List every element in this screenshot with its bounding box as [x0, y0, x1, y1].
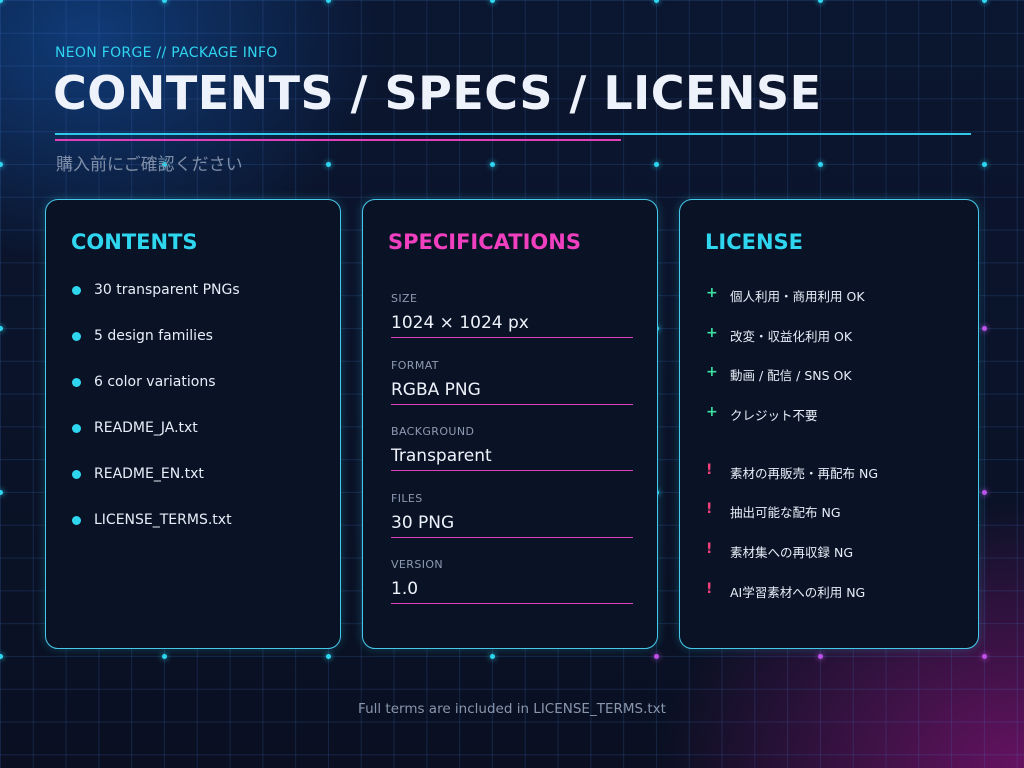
list-item: 30 transparent PNGs [72, 282, 240, 328]
plus-icon: + [706, 404, 718, 421]
contents-card: CONTENTS 30 transparent PNGs 5 design fa… [45, 199, 341, 649]
footer-note: Full terms are included in LICENSE_TERMS… [358, 701, 666, 717]
spec-label: FORMAT [391, 358, 439, 372]
spec-row-version: VERSION 1.0 [391, 558, 633, 625]
license-ng-item: ! 抽出可能な配布 NG [706, 502, 956, 542]
grid-dot [490, 162, 495, 167]
spec-value: Transparent [391, 446, 633, 471]
contents-item-label: README_JA.txt [94, 420, 198, 436]
contents-title: CONTENTS [71, 230, 198, 254]
exclamation-icon: ! [706, 461, 713, 478]
title-rule-cyan [55, 133, 971, 135]
grid-dot [326, 654, 331, 659]
grid-dot [982, 162, 987, 167]
grid-dot [818, 654, 823, 659]
license-divider-gap [706, 445, 956, 463]
spec-value: 30 PNG [391, 513, 633, 538]
license-ok-item: + 改変・収益化利用 OK [706, 326, 956, 366]
license-item-label: 素材の再販売・再配布 NG [730, 465, 879, 481]
specs-title: SPECIFICATIONS [388, 230, 581, 254]
plus-icon: + [706, 285, 718, 301]
license-ok-item: + 個人利用・商用利用 OK [706, 286, 956, 326]
kicker-label: NEON FORGE // PACKAGE INFO [55, 45, 278, 61]
spec-value: 1.0 [391, 579, 633, 604]
grid-dot [326, 162, 331, 167]
spec-label: FILES [391, 491, 423, 505]
bullet-dot-icon [72, 424, 81, 433]
bullet-dot-icon [72, 516, 81, 525]
contents-list: 30 transparent PNGs 5 design families 6 … [72, 282, 240, 558]
page-title: CONTENTS / SPECS / LICENSE [53, 66, 822, 120]
spec-label: BACKGROUND [391, 425, 475, 438]
list-item: README_EN.txt [72, 466, 240, 512]
license-ng-item: ! 素材集への再収録 NG [706, 542, 956, 582]
license-item-label: 素材集への再収録 NG [730, 545, 854, 561]
grid-dot [162, 654, 167, 659]
spec-row-format: FORMAT RGBA PNG [391, 359, 633, 426]
license-list: + 個人利用・商用利用 OK + 改変・収益化利用 OK + 動画 / 配信 / SN… [706, 286, 956, 622]
spec-row-files: FILES 30 PNG [391, 492, 633, 559]
grid-dot [982, 326, 987, 331]
license-item-label: 動画 / 配信 / SNS OK [730, 368, 852, 384]
spec-value: 1024 × 1024 px [391, 313, 633, 338]
contents-item-label: LICENSE_TERMS.txt [94, 512, 232, 528]
plus-icon: + [706, 364, 718, 381]
exclamation-icon: ! [706, 580, 713, 597]
license-ok-item: + 動画 / 配信 / SNS OK [706, 365, 956, 405]
list-item: README_JA.txt [72, 420, 240, 466]
bullet-dot-icon [72, 470, 81, 479]
bullet-dot-icon [72, 332, 81, 341]
list-item: 6 color variations [72, 374, 240, 420]
exclamation-icon: ! [706, 501, 713, 518]
spec-row-background: BACKGROUND Transparent [391, 425, 633, 492]
spec-label: SIZE [391, 292, 418, 305]
specs-card: SPECIFICATIONS SIZE 1024 × 1024 px FORMA… [362, 199, 658, 649]
bullet-dot-icon [72, 286, 81, 295]
grid-dot [818, 162, 823, 167]
license-card: LICENSE + 個人利用・商用利用 OK + 改変・収益化利用 OK + 動画 /… [679, 199, 979, 649]
license-ng-item: ! 素材の再販売・再配布 NG [706, 463, 956, 503]
title-rule-pink [55, 139, 621, 141]
contents-item-label: 30 transparent PNGs [94, 282, 240, 298]
license-title: LICENSE [705, 230, 803, 254]
spec-row-size: SIZE 1024 × 1024 px [391, 292, 633, 359]
license-item-label: 抽出可能な配布 NG [730, 505, 841, 521]
grid-dot [982, 490, 987, 495]
spec-value: RGBA PNG [391, 380, 633, 405]
contents-item-label: README_EN.txt [94, 466, 204, 482]
exclamation-icon: ! [706, 541, 713, 558]
grid-dot [982, 654, 987, 659]
license-ok-item: + クレジット不要 [706, 405, 956, 445]
plus-icon: + [706, 324, 718, 341]
contents-item-label: 6 color variations [94, 374, 216, 390]
license-item-label: AI学習素材への利用 NG [730, 584, 866, 600]
list-item: LICENSE_TERMS.txt [72, 512, 240, 558]
license-item-label: 個人利用・商用利用 OK [730, 289, 865, 304]
grid-dot [654, 654, 659, 659]
spec-label: VERSION [391, 558, 444, 571]
specs-list: SIZE 1024 × 1024 px FORMAT RGBA PNG BACK… [391, 292, 633, 625]
page-subtitle: 購入前にご確認ください [56, 155, 243, 175]
list-item: 5 design families [72, 328, 240, 374]
grid-dot [490, 654, 495, 659]
license-item-label: 改変・収益化利用 OK [730, 328, 853, 344]
bullet-dot-icon [72, 378, 81, 387]
contents-item-label: 5 design families [94, 328, 213, 344]
license-ng-item: ! AI学習素材への利用 NG [706, 582, 956, 622]
license-item-label: クレジット不要 [730, 408, 818, 424]
grid-dot [654, 162, 659, 167]
